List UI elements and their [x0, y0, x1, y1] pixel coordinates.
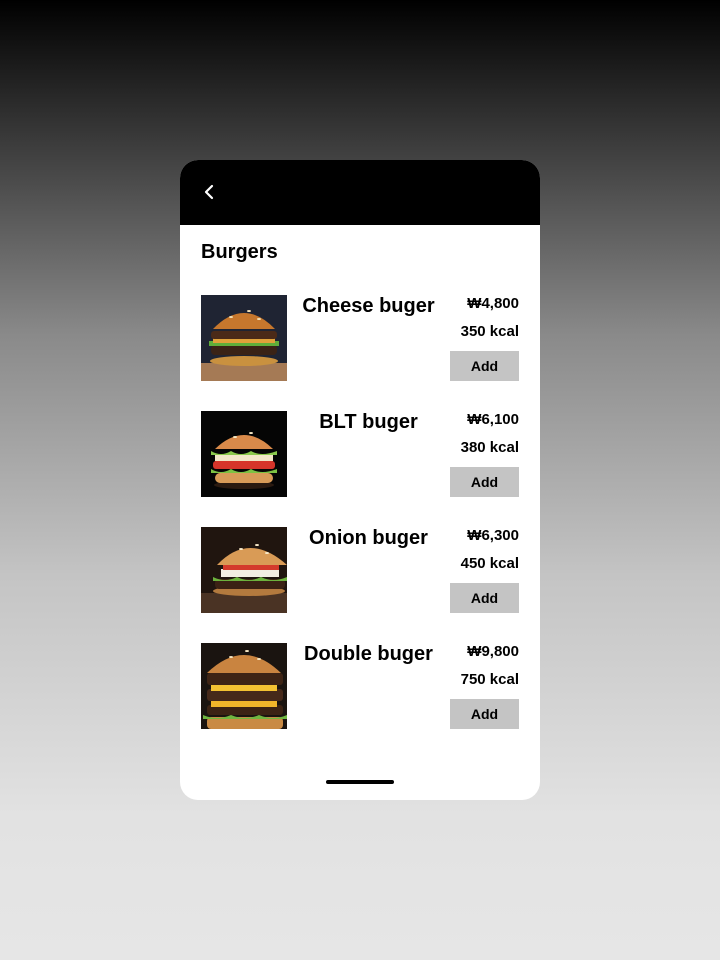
menu-screen: Burgers Cheese buger ₩4,800 350 kcal Add — [180, 160, 540, 800]
add-button[interactable]: Add — [450, 467, 519, 497]
item-name: BLT buger — [319, 411, 418, 433]
menu-item: BLT buger ₩6,100 380 kcal Add — [201, 411, 519, 497]
add-button[interactable]: Add — [450, 583, 519, 613]
item-calories: 350 kcal — [460, 323, 519, 340]
double-burger-image — [201, 643, 287, 729]
home-indicator[interactable] — [326, 780, 394, 784]
item-name: Cheese buger — [302, 295, 435, 317]
item-name: Onion buger — [309, 527, 428, 549]
cheese-burger-image — [201, 295, 287, 381]
section-title: Burgers — [201, 241, 278, 263]
top-bar — [180, 160, 540, 225]
menu-item: Onion buger ₩6,300 450 kcal Add — [201, 527, 519, 613]
item-calories: 450 kcal — [460, 555, 519, 572]
add-button[interactable]: Add — [450, 699, 519, 729]
item-name: Double buger — [304, 643, 433, 665]
item-calories: 750 kcal — [460, 671, 519, 688]
back-button[interactable] — [198, 180, 222, 204]
add-button[interactable]: Add — [450, 351, 519, 381]
item-price: ₩6,300 — [467, 527, 519, 544]
menu-item: Cheese buger ₩4,800 350 kcal Add — [201, 295, 519, 381]
item-calories: 380 kcal — [460, 439, 519, 456]
item-price: ₩9,800 — [467, 643, 519, 660]
chevron-left-icon — [204, 184, 214, 200]
menu-item: Double buger ₩9,800 750 kcal Add — [201, 643, 519, 729]
item-price: ₩6,100 — [467, 411, 519, 428]
onion-burger-image — [201, 527, 287, 613]
item-price: ₩4,800 — [467, 295, 519, 312]
blt-burger-image — [201, 411, 287, 497]
